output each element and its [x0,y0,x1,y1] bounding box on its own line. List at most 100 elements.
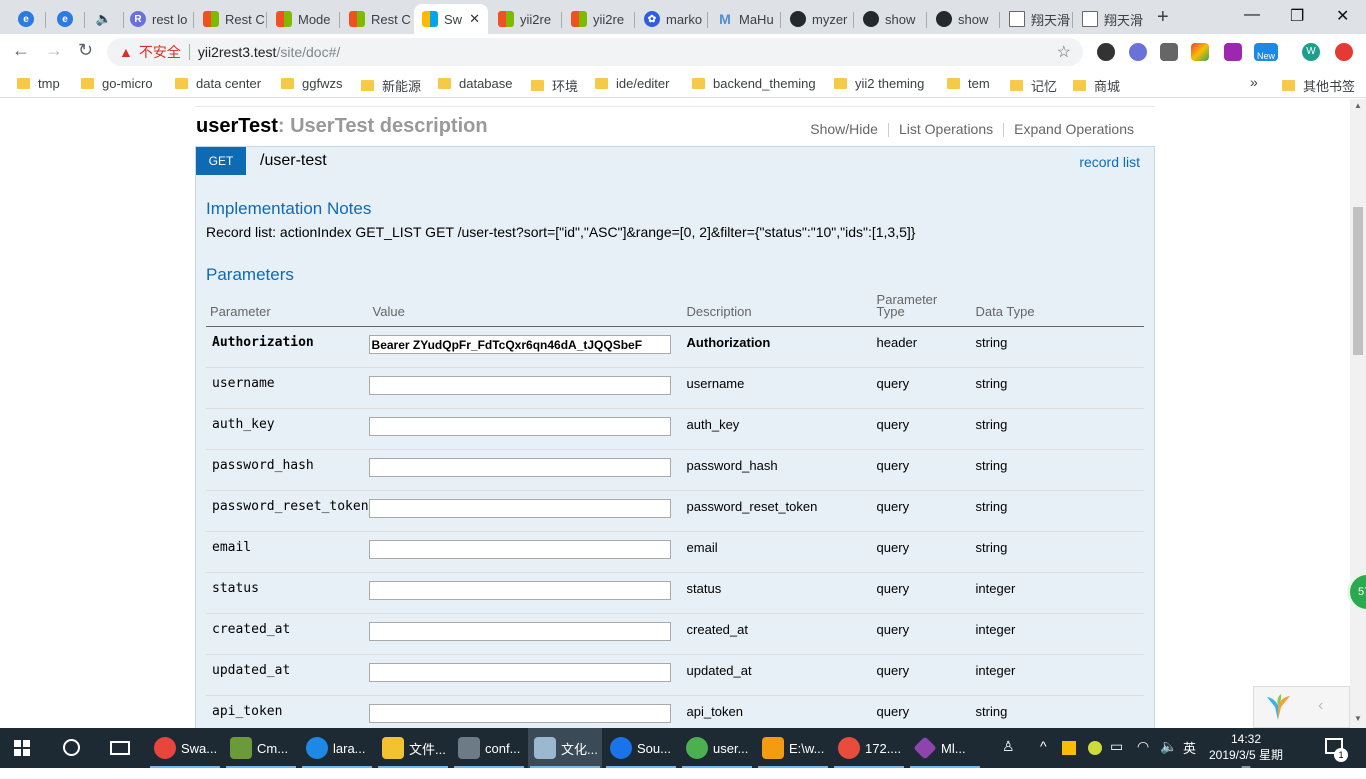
system-clock[interactable]: 14:32 2019/3/5 星期二 [1208,731,1284,779]
tray-app-icon[interactable] [1088,741,1102,755]
extension-icon[interactable] [1160,43,1178,61]
taskbar-item[interactable]: conf... [452,728,526,768]
chevron-more-icon[interactable]: » [1250,74,1258,90]
new-tab-icon[interactable]: + [1157,6,1169,29]
browser-tab[interactable]: 翔天滑 [1074,4,1146,34]
bookmark-folder[interactable]: backend_theming [692,76,816,91]
param-description: password_reset_token [686,490,877,532]
extension-icon[interactable] [1097,43,1115,61]
taskbar-item[interactable]: lara... [300,728,374,768]
restore-icon[interactable]: ❐ [1290,6,1304,26]
ime-indicator[interactable]: 英 [1183,738,1196,757]
people-icon[interactable]: ♙ [1002,738,1015,755]
scroll-down-icon[interactable]: ▼ [1354,714,1362,723]
browser-tab[interactable]: yii2re [563,4,635,34]
bookmark-folder[interactable]: tmp [17,76,60,91]
bookmark-folder[interactable]: 记忆 [1010,76,1057,95]
bookmark-folder[interactable]: data center [175,76,261,91]
back-icon[interactable]: ← [12,40,30,61]
bookmark-folder[interactable]: 环境 [531,76,578,95]
operation-summary[interactable]: record list [1079,154,1140,170]
resource-heading[interactable]: userTest: UserTest description [196,115,488,138]
extension-icon[interactable] [1191,43,1209,61]
close-icon[interactable]: ✕ [469,11,480,27]
yii-debug-toolbar[interactable]: ‹ [1253,686,1350,728]
resource-name[interactable]: userTest [196,115,278,137]
param-value-input[interactable] [368,376,671,395]
browser-tab[interactable]: Mode [268,4,340,34]
other-bookmarks[interactable]: 其他书签 [1282,76,1355,95]
browser-tab[interactable]: myzer [782,4,854,34]
browser-tab[interactable]: show [928,4,1000,34]
chevron-left-icon[interactable]: ‹ [1318,697,1323,715]
show-hidden-icons-chevron-icon[interactable]: ^ [1040,738,1047,754]
browser-tab[interactable]: e [49,4,85,34]
bookmark-folder[interactable]: yii2 theming [834,76,924,91]
volume-icon[interactable]: 🔈 [1160,738,1177,755]
new-extension-icon[interactable]: New [1254,43,1278,61]
bookmark-folder[interactable]: database [438,76,513,91]
browser-tab-active[interactable]: Sw ✕ [414,4,488,34]
window-close-icon[interactable]: ✕ [1336,6,1349,26]
extension-icon[interactable] [1129,43,1147,61]
param-value-input[interactable] [368,417,671,436]
browser-tab[interactable]: Rest C [195,4,267,34]
windows-start-icon[interactable] [14,740,30,756]
extension-icon[interactable] [1224,43,1242,61]
taskbar-item[interactable]: Swa... [148,728,222,768]
http-method-badge[interactable]: GET [196,147,246,175]
param-value-input[interactable] [368,540,671,559]
browser-tab[interactable]: ✿ marko [636,4,708,34]
show-hide-link[interactable]: Show/Hide [800,121,888,137]
profile-avatar[interactable]: W [1302,43,1320,61]
browser-tab[interactable]: 🔈 [88,4,124,34]
bookmark-folder[interactable]: 商城 [1073,76,1120,95]
task-view-icon[interactable] [110,741,130,755]
param-value-input[interactable] [368,335,671,354]
browser-tab[interactable]: M MaHu [709,4,781,34]
wifi-icon[interactable]: ◠ [1137,738,1149,755]
param-value-input[interactable] [368,663,671,682]
param-value-input[interactable] [368,581,671,600]
reload-icon[interactable]: ↻ [78,40,93,61]
operation-path[interactable]: /user-test [260,152,327,170]
bookmark-folder[interactable]: ggfwzs [281,76,342,91]
operation-heading[interactable]: GET /user-test record list [196,147,1154,175]
taskbar-item[interactable]: 文件... [376,728,450,768]
bookmark-folder[interactable]: ide/editer [595,76,669,91]
taskbar-item-active[interactable]: 文化... [528,728,602,768]
expand-operations-link[interactable]: Expand Operations [1004,121,1144,137]
battery-icon[interactable]: ▭ [1110,738,1123,755]
browser-tab[interactable]: 翔天滑 [1001,4,1073,34]
scroll-up-icon[interactable]: ▲ [1354,101,1362,110]
bookmark-folder[interactable]: go-micro [81,76,153,91]
browser-tab[interactable]: yii2re [490,4,562,34]
param-value-input[interactable] [368,622,671,641]
address-bar[interactable]: ▲ 不安全 yii2rest3.test/site/doc#/ ☆ [107,38,1083,66]
bookmark-star-icon[interactable]: ☆ [1057,42,1071,62]
taskbar-item[interactable]: user... [680,728,754,768]
browser-tab[interactable]: show [855,4,927,34]
browser-tab[interactable]: Rrest lo [122,4,194,34]
bookmark-folder[interactable]: tem [947,76,990,91]
bookmark-folder[interactable]: 新能源 [361,76,421,95]
taskbar-item[interactable]: Cm... [224,728,298,768]
taskbar-item[interactable]: Sou... [604,728,678,768]
list-operations-link[interactable]: List Operations [889,121,1003,137]
taskbar-item[interactable]: 172.... [832,728,906,768]
vertical-scrollbar[interactable]: ▲ ▼ [1350,99,1366,728]
tray-app-icon[interactable] [1062,741,1076,755]
param-value-input[interactable] [368,704,671,723]
browser-tab[interactable]: Rest C [341,4,413,34]
minimize-icon[interactable]: — [1244,6,1260,24]
param-value-input[interactable] [368,458,671,477]
browser-tab[interactable]: e [10,4,46,34]
param-value-input[interactable] [368,499,671,518]
scrollbar-thumb[interactable] [1353,207,1363,355]
update-icon[interactable] [1335,43,1353,61]
forward-icon[interactable]: → [45,40,63,61]
taskbar-item[interactable]: Ml... [908,728,982,768]
param-data-type: integer [975,572,1144,614]
taskbar-item[interactable]: E:\w... [756,728,830,768]
cortana-search-icon[interactable] [63,739,80,756]
